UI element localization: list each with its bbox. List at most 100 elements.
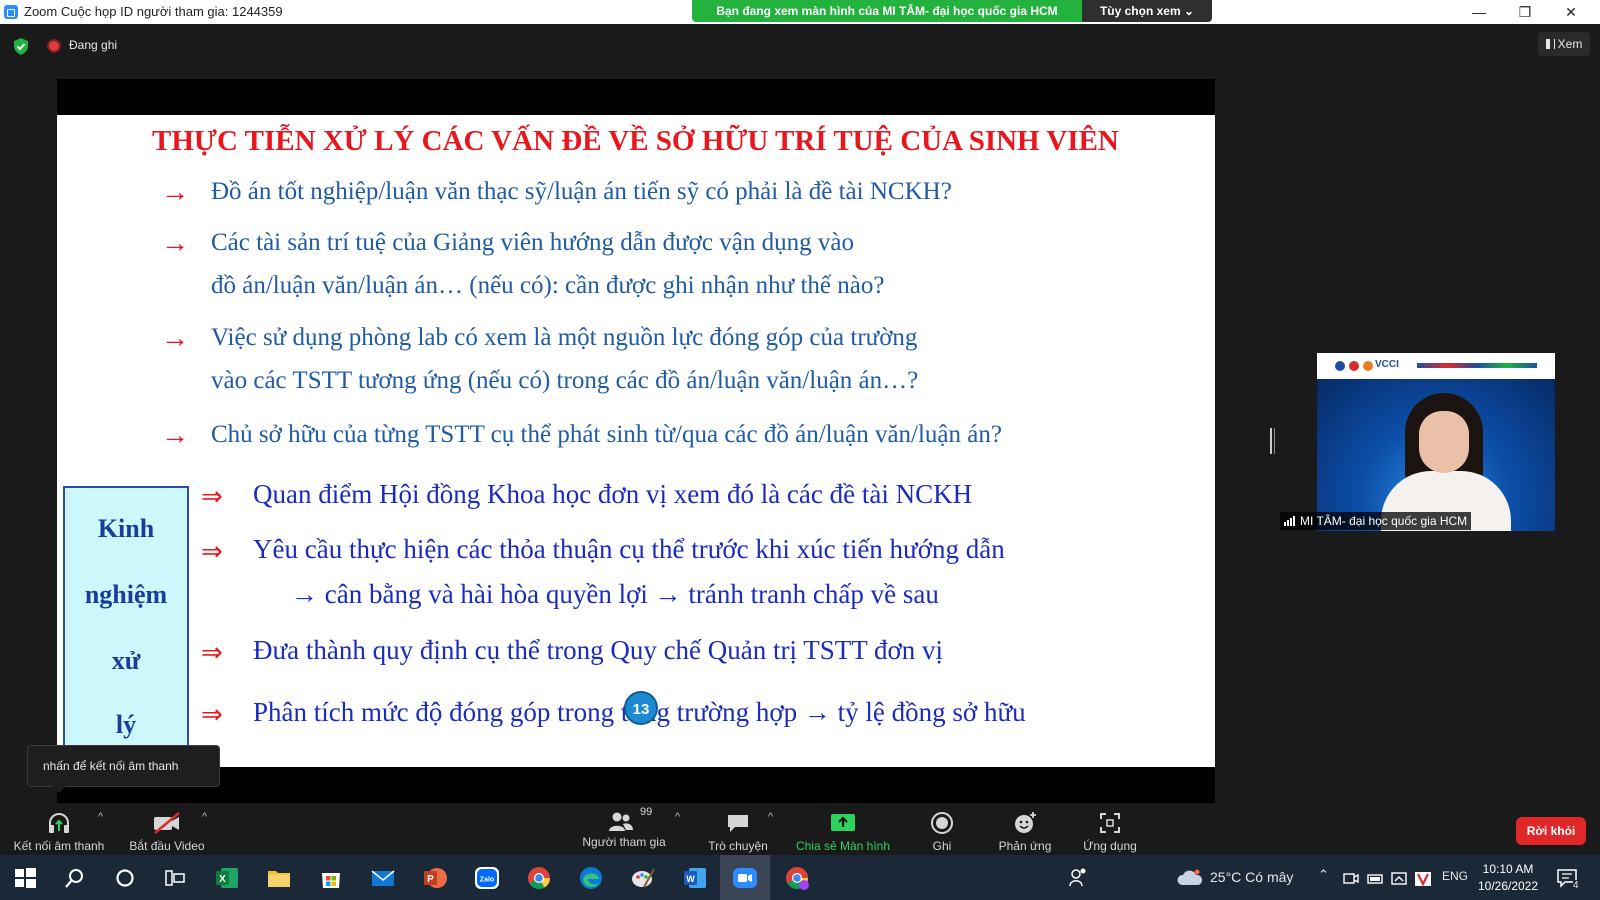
- participant-name-label: MI TÂM- đại học quốc gia HCM: [1280, 512, 1472, 530]
- store-icon[interactable]: [318, 865, 344, 891]
- headphones-icon: [49, 813, 69, 833]
- clock-date: 10/26/2022: [1477, 879, 1539, 893]
- chat-caret-icon[interactable]: ^: [768, 811, 773, 823]
- participant-face: [1419, 411, 1469, 473]
- search-icon[interactable]: [62, 865, 88, 891]
- zoom-window: Zoom Cuộc họp ID người tham gia: 1244359…: [0, 0, 1600, 900]
- double-arrow-bullet: ⇒: [201, 638, 223, 667]
- network-icon[interactable]: [1390, 865, 1410, 891]
- audio-tooltip: nhấn để kết nối âm thanh: [27, 745, 220, 793]
- zalo-icon[interactable]: Zalo: [474, 865, 500, 891]
- windows-taskbar: X P Zalo W 25°C Có mây ⌃ ENG 10:10 AM 10…: [0, 855, 1600, 900]
- window-title: Zoom Cuộc họp ID người tham gia: 1244359: [24, 4, 283, 19]
- title-bar: Zoom Cuộc họp ID người tham gia: 1244359…: [0, 0, 1600, 24]
- participants-button[interactable]: 99 Người tham gia: [576, 803, 672, 855]
- apps-button[interactable]: Ứng dụng: [1072, 803, 1148, 855]
- start-video-label: Bắt đầu Video: [129, 839, 205, 853]
- share-screen-button[interactable]: Chia sẻ Màn hình: [790, 803, 896, 855]
- task-view-icon[interactable]: [162, 865, 188, 891]
- join-audio-button[interactable]: Kết nối âm thanh: [6, 803, 112, 855]
- zoom-icon[interactable]: [732, 865, 758, 891]
- question-2-line-2: đồ án/luận văn/luận án… (nếu có): cần đư…: [211, 272, 885, 299]
- participants-label: Người tham gia: [582, 835, 666, 849]
- paint-icon[interactable]: [630, 865, 656, 891]
- show-hidden-icons-icon[interactable]: ⌃: [1318, 867, 1329, 883]
- file-explorer-icon[interactable]: [266, 865, 292, 891]
- record-button[interactable]: Ghi: [912, 803, 972, 855]
- battery-icon[interactable]: [1366, 865, 1386, 891]
- slide-page-number: 13: [624, 691, 658, 725]
- question-4: Chủ sở hữu của từng TSTT cụ thể phát sin…: [211, 421, 1002, 448]
- experience-item-2: Yêu cầu thực hiện các thỏa thuận cụ thể …: [253, 534, 1005, 564]
- powerpoint-letter: P: [427, 874, 434, 885]
- experience-item-3: Đưa thành quy định cụ thể trong Quy chế …: [253, 635, 944, 665]
- experience-word: Kinh: [97, 514, 155, 543]
- start-video-button[interactable]: Bắt đầu Video: [122, 803, 212, 855]
- cortana-icon[interactable]: [112, 865, 138, 891]
- system-clock[interactable]: 10:10 AM 10/26/2022: [1468, 861, 1548, 895]
- experience-word: nghiệm: [84, 580, 168, 609]
- encryption-shield-icon[interactable]: [13, 38, 29, 55]
- edge-icon[interactable]: [578, 865, 604, 891]
- presentation-slide: THỰC TIỄN XỬ LÝ CÁC VẤN ĐỀ VỀ SỞ HỮU TRÍ…: [57, 115, 1215, 767]
- leave-meeting-button[interactable]: Rời khỏi: [1516, 817, 1586, 845]
- restore-button[interactable]: ❐: [1502, 0, 1548, 24]
- reactions-button[interactable]: Phản ứng: [990, 803, 1060, 855]
- view-options-button[interactable]: Tùy chọn xem ⌄: [1082, 0, 1212, 22]
- powerpoint-icon[interactable]: P: [422, 865, 448, 891]
- input-language[interactable]: ENG: [1442, 869, 1468, 883]
- meeting-toolbar: Kết nối âm thanh ^ Bắt đầu Video ^ 99 Ng…: [0, 803, 1600, 855]
- zalo-text: Zalo: [480, 877, 494, 884]
- word-letter: W: [686, 874, 695, 884]
- close-button[interactable]: ✕: [1548, 0, 1594, 24]
- experience-item-1: Quan điểm Hội đồng Khoa học đơn vị xem đ…: [253, 479, 973, 509]
- word-icon[interactable]: W: [682, 865, 708, 891]
- recording-icon: [47, 39, 61, 53]
- question-3-line-1: Việc sử dụng phòng lab có xem là một ngu…: [211, 324, 918, 351]
- chrome-profile-icon[interactable]: [784, 865, 810, 891]
- chrome-icon[interactable]: [526, 865, 552, 891]
- view-button[interactable]: Xem: [1538, 32, 1590, 56]
- logo-icon: [1363, 361, 1373, 371]
- minimize-button[interactable]: —: [1456, 0, 1502, 24]
- banner-logo-text: VCCI: [1375, 359, 1399, 370]
- reactions-label: Phản ứng: [998, 839, 1052, 853]
- recording-label: Đang ghi: [69, 38, 118, 52]
- arrow-bullet: →: [161, 228, 189, 259]
- arrow-bullet: →: [161, 420, 189, 451]
- panel-resize-handle-line: [1274, 428, 1275, 454]
- share-screen-icon: [831, 814, 855, 831]
- unikey-icon[interactable]: [1414, 865, 1432, 891]
- arrow-bullet: →: [161, 177, 189, 208]
- meet-now-icon[interactable]: [1342, 865, 1360, 891]
- logo-icon: [1335, 361, 1345, 371]
- panel-resize-handle[interactable]: [1270, 428, 1272, 454]
- participants-icon: [609, 812, 633, 831]
- audio-options-caret-icon[interactable]: ^: [98, 811, 103, 823]
- chat-button[interactable]: Trò chuyện: [698, 803, 778, 855]
- view-button-label: Xem: [1557, 37, 1583, 51]
- weather-text[interactable]: 25°C Có mây: [1210, 869, 1293, 885]
- weather-cloud-icon[interactable]: [1176, 865, 1204, 891]
- people-icon[interactable]: [1068, 865, 1088, 891]
- reactions-icon: [1015, 812, 1036, 833]
- view-layout-icon: [1545, 39, 1555, 49]
- video-options-caret-icon[interactable]: ^: [202, 811, 207, 823]
- notification-count: 4: [1573, 880, 1579, 891]
- experience-word: xử: [111, 646, 141, 675]
- double-arrow-bullet: ⇒: [201, 537, 223, 566]
- arrow-bullet: →: [161, 323, 189, 354]
- double-arrow-bullet: ⇒: [201, 482, 223, 511]
- question-3-line-2: vào các TSTT tương ứng (nếu có) trong cá…: [211, 367, 919, 394]
- participants-caret-icon[interactable]: ^: [675, 811, 680, 823]
- excel-icon[interactable]: X: [214, 865, 240, 891]
- zoom-app-icon: [4, 5, 18, 19]
- share-screen-label: Chia sẻ Màn hình: [795, 839, 891, 853]
- excel-letter: X: [219, 874, 226, 885]
- chat-label: Trò chuyện: [708, 839, 768, 853]
- participant-name: MI TÂM- đại học quốc gia HCM: [1300, 514, 1468, 528]
- mail-icon[interactable]: [370, 865, 396, 891]
- slide-title: THỰC TIỄN XỬ LÝ CÁC VẤN ĐỀ VỀ SỞ HỮU TRÍ…: [152, 125, 1119, 157]
- start-icon[interactable]: [12, 865, 38, 891]
- participant-video-tile[interactable]: VCCI: [1317, 353, 1555, 531]
